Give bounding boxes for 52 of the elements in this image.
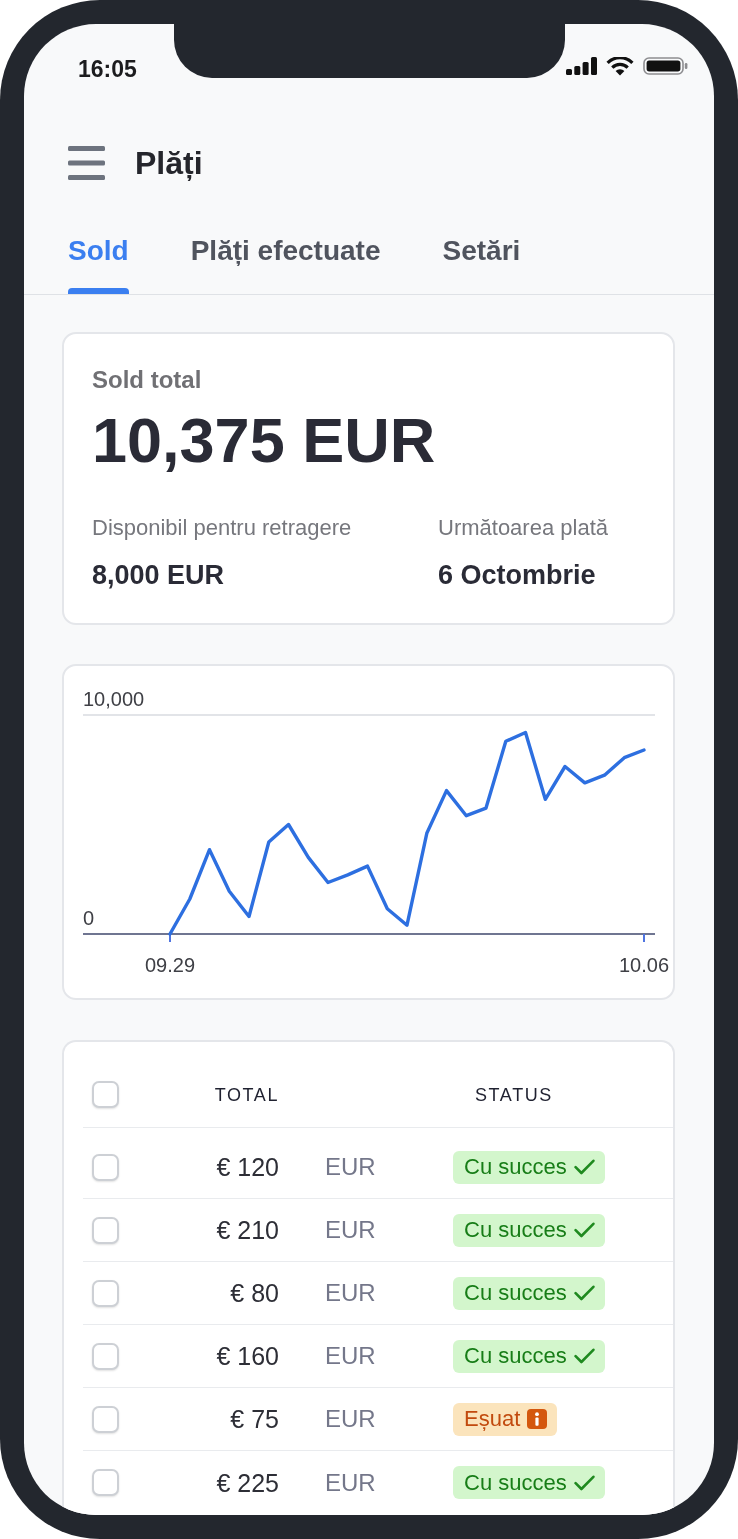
status-text: Cu succes bbox=[464, 1217, 567, 1243]
page-title: Plăți bbox=[135, 144, 203, 183]
amount-cell: € 210 bbox=[216, 1215, 279, 1245]
tab[interactable]: Plăți efectuate bbox=[190, 216, 381, 294]
detail-label: Disponibil pentru retragere bbox=[92, 514, 353, 542]
currency-cell-text: EUR bbox=[324, 1278, 377, 1308]
row-checkbox[interactable] bbox=[92, 1469, 119, 1496]
row-checkbox[interactable] bbox=[92, 1279, 119, 1307]
row-checkbox[interactable] bbox=[92, 1216, 119, 1244]
battery-icon bbox=[643, 57, 688, 75]
check-icon bbox=[573, 1348, 595, 1364]
check-icon bbox=[573, 1285, 595, 1301]
tab[interactable]: Sold bbox=[68, 216, 129, 294]
column-header: TOTAL bbox=[214, 1083, 279, 1106]
status-text: Eșuat bbox=[464, 1406, 521, 1432]
detail-value: 6 Octombrie bbox=[438, 559, 597, 592]
amount-cell: € 160 bbox=[216, 1341, 279, 1371]
signal-icon bbox=[566, 57, 597, 75]
detail-value: 8,000 EUR bbox=[92, 559, 226, 592]
amount-cell: € 120 bbox=[216, 1152, 279, 1182]
y-tick-label: 0 bbox=[83, 907, 95, 929]
info-icon bbox=[527, 1409, 548, 1429]
currency-cell-text: EUR bbox=[324, 1215, 377, 1245]
status-text: Cu succes bbox=[464, 1154, 567, 1180]
wifi-icon bbox=[606, 56, 634, 76]
status-text: Cu succes bbox=[464, 1469, 567, 1496]
row-checkbox[interactable] bbox=[92, 1405, 119, 1433]
currency-cell-text: EUR bbox=[324, 1467, 377, 1498]
balance-amount: 10,375 EUR bbox=[92, 405, 437, 475]
currency-cell-text: EUR bbox=[324, 1152, 377, 1182]
check-icon bbox=[573, 1222, 595, 1238]
detail-label: Următoarea plată bbox=[438, 514, 609, 542]
status-time: 16:05 bbox=[78, 55, 137, 83]
menu-icon[interactable] bbox=[68, 146, 105, 180]
amount-cell: € 225 bbox=[216, 1467, 279, 1498]
check-icon bbox=[573, 1474, 595, 1491]
status-text: Cu succes bbox=[464, 1343, 567, 1369]
row-checkbox[interactable] bbox=[92, 1153, 119, 1181]
x-tick-label: 09.29 bbox=[144, 954, 196, 976]
amount-cell: € 80 bbox=[230, 1278, 279, 1308]
currency-cell-text: EUR bbox=[324, 1341, 377, 1371]
row-checkbox[interactable] bbox=[92, 1342, 119, 1370]
column-header: STATUS bbox=[475, 1083, 553, 1106]
x-tick-label: 10.06 bbox=[618, 954, 670, 976]
balance-label: Sold total bbox=[92, 366, 203, 394]
y-tick-label: 10,000 bbox=[83, 688, 145, 710]
amount-cell: € 75 bbox=[230, 1404, 279, 1434]
select-all-checkbox[interactable] bbox=[92, 1081, 119, 1108]
currency-cell-text: EUR bbox=[324, 1404, 377, 1434]
tab[interactable]: Setări bbox=[442, 216, 521, 294]
status-text: Cu succes bbox=[464, 1280, 567, 1306]
check-icon bbox=[573, 1159, 595, 1175]
